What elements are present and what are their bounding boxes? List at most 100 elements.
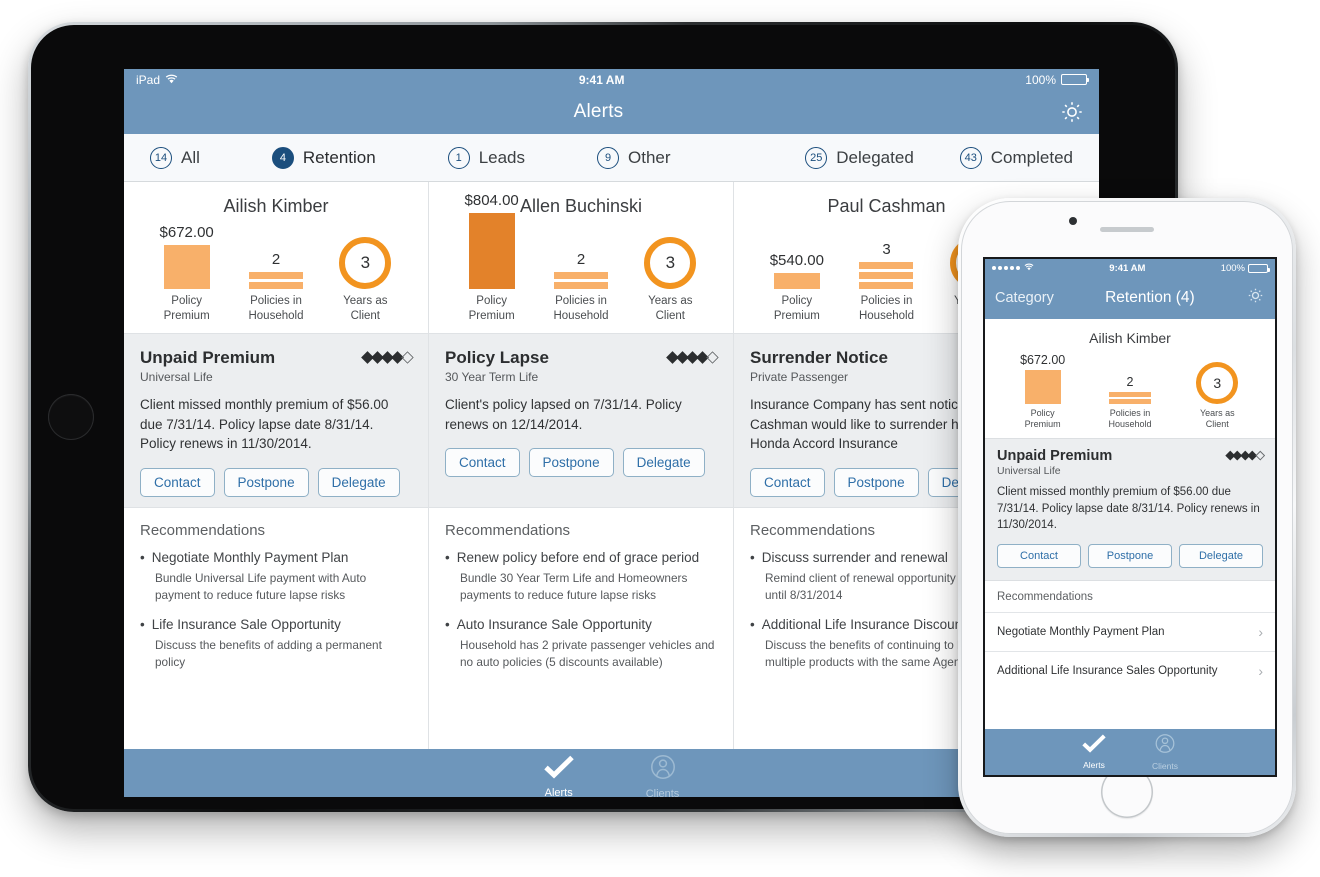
stat-policies-household: 3 Policies in Household — [843, 241, 929, 323]
tab-delegated-badge: 25 — [805, 146, 828, 169]
recommendation-desc: Household has 2 private passenger vehicl… — [460, 638, 715, 669]
priority-indicator — [361, 351, 412, 364]
contact-button[interactable]: Contact — [750, 467, 825, 497]
gear-icon[interactable] — [1059, 99, 1085, 125]
battery-percent-label: 100% — [1025, 72, 1056, 87]
recommendation-item[interactable]: Negotiate Monthly Payment Plan › — [985, 612, 1275, 651]
back-button[interactable]: Category — [995, 290, 1054, 306]
recommendation-item[interactable]: Life Insurance Sale Opportunity Discuss … — [140, 617, 412, 670]
alert-actions: Contact Postpone Delegate — [445, 448, 717, 478]
chevron-right-icon: › — [1258, 663, 1263, 680]
recommendations-section: Recommendations Negotiate Monthly Paymen… — [124, 508, 428, 684]
stat-label: Policies in Household — [553, 295, 609, 322]
recommendation-title: Negotiate Monthly Payment Plan — [140, 550, 412, 565]
delegate-button[interactable]: Delegate — [622, 448, 705, 478]
tab-retention[interactable]: 4 Retention — [271, 146, 376, 169]
tabbar-item-clients[interactable]: Clients — [646, 754, 679, 797]
front-camera-icon — [1069, 217, 1077, 225]
tab-leads-label: Leads — [478, 147, 526, 167]
person-icon — [1154, 733, 1176, 759]
status-left: iPad — [136, 73, 178, 87]
tab-other-label: Other — [628, 147, 671, 167]
gear-icon[interactable] — [1246, 286, 1265, 310]
years-ring: 3 — [1196, 361, 1239, 404]
stat-label: Policy Premium — [773, 295, 820, 322]
client-columns: Ailish Kimber $672.00 Policy Premium 2 P… — [124, 182, 1099, 749]
tabbar-label: Alerts — [1083, 760, 1105, 770]
client-column: Ailish Kimber $672.00 Policy Premium 2 P… — [124, 182, 429, 749]
tabbar-item-alerts[interactable]: Alerts — [543, 755, 574, 797]
delegate-button[interactable]: Delegate — [1179, 544, 1263, 569]
recommendations-title: Recommendations — [997, 591, 1093, 604]
stat-years-client: 3 Years as Client — [1178, 361, 1256, 431]
alert-card: Policy Lapse 30 Year Term Life Client's … — [429, 333, 733, 508]
recommendation-item[interactable]: Additional Life Insurance Sales Opportun… — [985, 651, 1275, 690]
stat-value: $804.00 — [464, 192, 519, 210]
stat-value: 2 — [271, 251, 281, 269]
signal-dots-icon — [992, 266, 1020, 270]
postpone-button[interactable]: Postpone — [528, 448, 614, 478]
tab-other[interactable]: 9 Other — [597, 146, 671, 169]
stat-policies-household: 2 Policies in Household — [538, 251, 624, 323]
stat-years-client: 3 Years as Client — [627, 237, 713, 323]
stat-label: Years as Client — [343, 295, 388, 322]
postpone-button[interactable]: Postpone — [1088, 544, 1172, 569]
alert-subtitle: Universal Life — [140, 370, 213, 384]
tab-delegated[interactable]: 25 Delegated — [805, 146, 914, 169]
stat-value: 3 — [882, 241, 891, 259]
alert-body: Client's policy lapsed on 7/31/14. Polic… — [445, 397, 682, 432]
stat-policy-premium: $540.00 Policy Premium — [754, 252, 840, 323]
ipad-status-bar: iPad 9:41 AM 100% — [124, 69, 1099, 90]
stat-label: Policies in Household — [1108, 407, 1152, 429]
stat-label: Policy Premium — [468, 295, 515, 322]
iphone-tab-bar: Alerts Clients — [985, 729, 1275, 775]
premium-bar — [468, 213, 515, 290]
years-ring: 3 — [339, 237, 392, 290]
alert-title: Policy Lapse — [445, 348, 549, 367]
stat-label: Policies in Household — [858, 295, 914, 322]
tab-all[interactable]: 14 All — [150, 146, 200, 169]
tabbar-label: Clients — [1152, 761, 1178, 771]
tabbar-item-clients[interactable]: Clients — [1152, 733, 1178, 771]
checkmark-icon — [1082, 734, 1106, 758]
stat-policies-household: 2 Policies in Household — [233, 251, 319, 323]
stat-value: 2 — [1126, 374, 1134, 389]
contact-button[interactable]: Contact — [997, 544, 1081, 569]
category-tab-strip: 14 All 4 Retention 1 Leads 9 Other 25 De… — [124, 134, 1099, 182]
recommendation-desc: Bundle 30 Year Term Life and Homeowners … — [460, 571, 688, 602]
stat-value: 2 — [576, 251, 586, 269]
battery-icon — [1248, 263, 1270, 273]
ipad-home-button[interactable] — [48, 394, 94, 440]
iphone-status-bar: 9:41 AM 100% — [985, 259, 1275, 277]
iphone-device: 9:41 AM 100% Category Retention (4) Aili… — [958, 198, 1296, 837]
alert-subtitle: Universal Life — [997, 465, 1061, 477]
recommendation-item[interactable]: Renew policy before end of grace period … — [445, 550, 717, 603]
recommendation-desc: Bundle Universal Life payment with Auto … — [155, 571, 367, 602]
postpone-button[interactable]: Postpone — [833, 467, 919, 497]
client-stats: $672.00 Policy Premium 2 Policies in House… — [985, 346, 1275, 438]
iphone-screen: 9:41 AM 100% Category Retention (4) Aili… — [985, 259, 1275, 775]
tabbar-item-alerts[interactable]: Alerts — [1082, 734, 1106, 770]
recommendation-item[interactable]: Negotiate Monthly Payment Plan Bundle Un… — [140, 550, 412, 603]
delegate-button[interactable]: Delegate — [317, 467, 400, 497]
policies-stripes — [859, 262, 914, 290]
stat-policy-premium: $672.00 Policy Premium — [1004, 353, 1082, 431]
iphone-nav-bar: Category Retention (4) — [985, 277, 1275, 319]
recommendation-title: Auto Insurance Sale Opportunity — [445, 617, 717, 632]
status-right: 100% — [1025, 72, 1089, 87]
tab-completed[interactable]: 43 Completed — [959, 146, 1073, 169]
client-stats: $672.00 Policy Premium 2 Policies in Hou… — [124, 217, 428, 333]
client-name: Ailish Kimber — [223, 196, 329, 216]
ipad-nav-bar: Alerts — [124, 90, 1099, 134]
stat-years-client: 3 Years as Client — [322, 237, 408, 323]
priority-indicator — [1225, 450, 1264, 460]
tab-leads[interactable]: 1 Leads — [447, 146, 526, 169]
contact-button[interactable]: Contact — [140, 467, 215, 497]
policies-stripes — [1108, 391, 1151, 404]
tab-retention-label: Retention — [302, 147, 376, 167]
earpiece-speaker — [1100, 227, 1154, 232]
contact-button[interactable]: Contact — [445, 448, 520, 478]
recommendation-item[interactable]: Auto Insurance Sale Opportunity Househol… — [445, 617, 717, 670]
postpone-button[interactable]: Postpone — [223, 467, 309, 497]
status-time: 9:41 AM — [578, 72, 625, 87]
